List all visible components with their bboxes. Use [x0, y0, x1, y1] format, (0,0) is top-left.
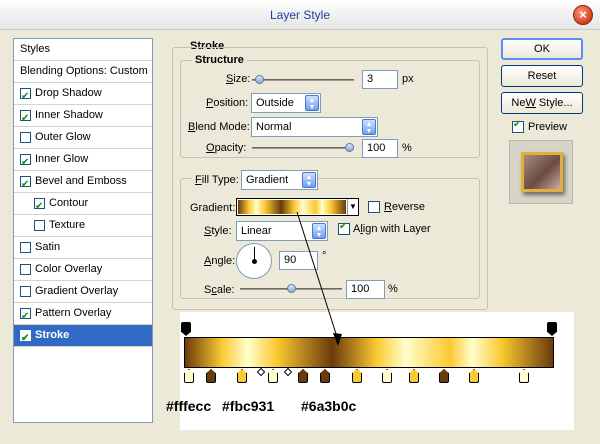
- opacity-slider[interactable]: [252, 143, 354, 152]
- structure-title: Structure: [192, 54, 247, 66]
- align-with-layer-label: Align with Layer: [353, 223, 431, 235]
- hex-label-brown: #6a3b0c: [301, 398, 357, 414]
- fill-type-label: Fill Type:: [192, 174, 242, 186]
- style-item[interactable]: Inner Shadow: [14, 105, 152, 129]
- style-item-checkbox[interactable]: [20, 328, 31, 349]
- style-item[interactable]: Pattern Overlay: [14, 303, 152, 327]
- style-item[interactable]: Texture: [14, 215, 152, 237]
- style-item-checkbox[interactable]: [20, 242, 31, 253]
- style-item[interactable]: Inner Glow: [14, 149, 152, 173]
- opacity-slider-thumb[interactable]: [345, 143, 354, 152]
- chevron-updown-icon: ▲ ▼: [362, 119, 376, 135]
- style-item-label: Inner Shadow: [35, 109, 103, 121]
- preview-checkbox[interactable]: [512, 119, 524, 133]
- size-label: Size:: [226, 73, 251, 85]
- position-value: Outside: [256, 97, 294, 109]
- position-select[interactable]: Outside ▲ ▼: [251, 93, 321, 113]
- style-item[interactable]: Outer Glow: [14, 127, 152, 149]
- chevron-updown-icon: ▲ ▼: [302, 172, 316, 188]
- styles-list: Styles Blending Options: Custom Drop Shad…: [13, 38, 153, 423]
- style-item-label: Gradient Overlay: [35, 285, 119, 297]
- title-bar: Layer Style ×: [0, 0, 600, 30]
- style-item-checkbox[interactable]: [20, 86, 31, 107]
- opacity-input[interactable]: 100: [362, 139, 398, 158]
- style-item-label: Color Overlay: [35, 263, 103, 275]
- style-item-label: Drop Shadow: [35, 87, 102, 99]
- style-item-checkbox[interactable]: [20, 108, 31, 129]
- style-item-checkbox[interactable]: [20, 174, 31, 195]
- blend-mode-value: Normal: [256, 121, 292, 133]
- style-item-label: Outer Glow: [35, 131, 91, 143]
- annotation-arrow: [296, 211, 342, 346]
- style-item-label: Bevel and Emboss: [35, 175, 127, 187]
- ok-button[interactable]: OK: [501, 38, 583, 60]
- reverse-checkbox[interactable]: [368, 201, 380, 213]
- fill-type-select[interactable]: Gradient ▲ ▼: [241, 170, 318, 190]
- blend-mode-select[interactable]: Normal ▲ ▼: [251, 117, 378, 137]
- preview-image: [521, 152, 563, 192]
- style-item[interactable]: Color Overlay: [14, 259, 152, 281]
- style-item-label: Contour: [49, 197, 89, 209]
- style-item-checkbox[interactable]: [34, 196, 45, 217]
- fill-type-value: Gradient: [246, 174, 289, 186]
- position-label: Position:: [206, 97, 249, 109]
- style-item-label: Texture: [49, 219, 86, 231]
- style-item-checkbox[interactable]: [20, 132, 31, 143]
- style-item-label: Satin: [35, 241, 61, 253]
- dialog-title: Layer Style: [269, 8, 331, 22]
- style-item-checkbox[interactable]: [20, 152, 31, 173]
- style-item[interactable]: Bevel and Emboss: [14, 171, 152, 195]
- style-item[interactable]: Drop Shadow: [14, 83, 152, 107]
- style-item[interactable]: Contour: [14, 193, 152, 217]
- style-item-checkbox[interactable]: [34, 220, 45, 231]
- style-item[interactable]: Stroke: [14, 325, 152, 349]
- style-item[interactable]: Blending Options: Custom: [14, 61, 152, 83]
- new-style-button[interactable]: NeW Style...: [501, 92, 583, 114]
- style-item-label: Blending Options: Custom: [20, 65, 148, 77]
- style-item-checkbox[interactable]: [20, 264, 31, 275]
- style-item-checkbox[interactable]: [20, 286, 31, 297]
- size-slider-thumb[interactable]: [254, 75, 264, 84]
- size-input[interactable]: 3: [362, 70, 398, 89]
- reverse-label: Reverse: [384, 201, 425, 213]
- hex-label-light: #fffecc: [166, 398, 212, 414]
- chevron-updown-icon: ▲ ▼: [305, 95, 319, 111]
- style-item-label: Inner Glow: [35, 153, 89, 165]
- opacity-label: Opacity:: [206, 142, 247, 154]
- preview-thumbnail: [509, 140, 573, 204]
- style-item-label: Stroke: [35, 329, 70, 341]
- hex-label-gold: #fbc931: [222, 398, 275, 414]
- preview-label: Preview: [528, 121, 568, 133]
- size-slider[interactable]: [252, 75, 354, 84]
- close-icon[interactable]: ×: [573, 5, 593, 25]
- layer-style-dialog: Layer Style × Styles Blending Options: C…: [0, 0, 600, 444]
- reset-button[interactable]: Reset: [501, 65, 583, 87]
- styles-header-label: Styles: [20, 43, 50, 55]
- size-unit: px: [402, 73, 414, 85]
- styles-header[interactable]: Styles: [14, 39, 152, 61]
- opacity-unit: %: [402, 142, 412, 154]
- style-item-label: Pattern Overlay: [35, 307, 112, 319]
- style-item[interactable]: Satin: [14, 237, 152, 259]
- style-item-checkbox[interactable]: [20, 306, 31, 327]
- scale-unit: %: [388, 283, 398, 295]
- style-item[interactable]: Gradient Overlay: [14, 281, 152, 303]
- blend-mode-label: Blend Mode:: [188, 121, 250, 133]
